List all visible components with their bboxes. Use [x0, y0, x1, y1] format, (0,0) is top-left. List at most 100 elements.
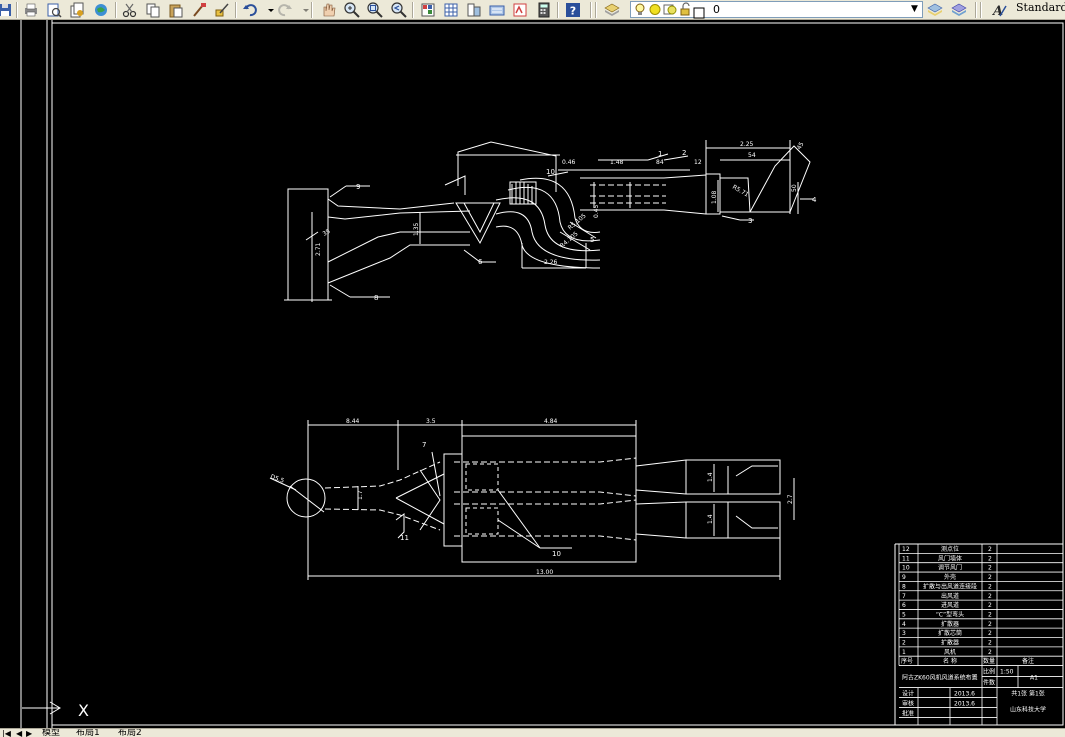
bom-header-no: 序号	[901, 657, 913, 665]
callout-label: 10	[546, 168, 555, 176]
first-tab-button[interactable]: |◀	[2, 729, 11, 737]
undo-dropdown-icon[interactable]	[262, 1, 274, 19]
text-style-icon[interactable]: A	[990, 1, 1008, 19]
elevation-upper-duct	[327, 210, 471, 220]
bom-row-name: 出风道	[941, 592, 959, 600]
bom-row-name: 风门墙体	[938, 554, 962, 562]
dim-text: 1.4	[707, 472, 714, 482]
tool-palettes-icon[interactable]	[465, 1, 483, 19]
plot-preview-icon[interactable]	[45, 1, 63, 19]
undo-icon[interactable]	[241, 1, 259, 19]
dim-text: R5.105	[567, 212, 588, 231]
bom-header-name: 名 称	[943, 657, 957, 665]
bom-row-qty: 2	[988, 602, 992, 609]
toolbar-grip[interactable]	[980, 2, 982, 18]
bom-row-qty: 2	[988, 630, 992, 637]
3d-dwf-icon[interactable]	[92, 1, 110, 19]
dim-text: 2.71	[315, 242, 322, 256]
bom-row-number: 1	[902, 649, 906, 656]
callout-label: 8	[374, 294, 378, 302]
print-icon[interactable]	[22, 1, 40, 19]
text-style-dropdown[interactable]: Standard	[1013, 0, 1065, 18]
bom-row-name: 扩散与出风道连接段	[923, 582, 977, 590]
svg-text:?: ?	[570, 5, 576, 18]
tab-layout1[interactable]: 布局1	[76, 729, 100, 737]
bom-row-name: 扩散器	[941, 620, 959, 628]
bom-row-qty: 2	[988, 649, 992, 656]
layer-properties-icon[interactable]	[603, 1, 621, 19]
bom-row-name: 风机	[944, 648, 956, 656]
next-tab-button[interactable]: ▶	[26, 729, 32, 737]
dim-text: 12	[694, 159, 702, 166]
layer-dropdown[interactable]: 0 ▼	[630, 1, 923, 21]
cad-drawing: 2.25 54 45 0.46 1.48 84 12 1.08 R5.71 50…	[20, 20, 1064, 728]
paste-icon[interactable]	[167, 1, 185, 19]
zoom-previous-icon[interactable]	[390, 1, 408, 19]
text-style-value: Standard	[1016, 1, 1065, 14]
bom-row-qty: 2	[988, 583, 992, 590]
elevation-c-bend	[495, 197, 601, 252]
properties-icon[interactable]	[419, 1, 437, 19]
callout-label: 11	[400, 534, 409, 542]
sheet-set-icon[interactable]	[488, 1, 506, 19]
toolbar-separator	[975, 2, 977, 18]
bom-row-name: 外壳	[944, 573, 956, 581]
toolbar-separator	[557, 2, 559, 18]
bom-row-name: “C”型弯头	[936, 610, 964, 618]
block-editor-icon[interactable]	[213, 1, 231, 19]
viewport-thaw-icon[interactable]	[663, 2, 677, 21]
callout-label: 3	[748, 217, 752, 225]
tab-model[interactable]: 模型	[42, 729, 60, 737]
callout-label: 4	[812, 196, 817, 204]
toolbar-separator	[590, 2, 592, 18]
bom-row-number: 11	[902, 555, 910, 562]
dim-text: 84	[656, 159, 664, 166]
toolbar-grip[interactable]	[595, 2, 597, 18]
elevation-wind-deflector	[749, 145, 811, 213]
dim-text: R5.71	[731, 184, 750, 199]
tab-layout2[interactable]: 布局2	[118, 729, 142, 737]
scale-value: 1:50	[1000, 669, 1014, 676]
sheet-count: 共1张 第1张	[1011, 690, 1045, 698]
drawing-title: 阿古ZK60风机风道系统布置	[902, 674, 978, 682]
title-block: 12 测点位 211 风门墙体 210 调节风门 29 外壳 28 扩散与出风道连接段 27 出风道 2…	[898, 543, 1064, 726]
dim-text: 54	[748, 152, 756, 159]
chevron-down-icon[interactable]: ▼	[907, 2, 922, 17]
current-layer-name: 0	[713, 3, 720, 16]
svg-text:A: A	[991, 4, 1003, 19]
cut-icon[interactable]	[121, 1, 139, 19]
design-center-icon[interactable]	[442, 1, 460, 19]
sun-thaw-icon[interactable]	[648, 2, 662, 21]
bulb-on-icon[interactable]	[633, 2, 647, 21]
dim-text: 1.08	[711, 190, 718, 204]
toolbar-separator	[412, 2, 414, 18]
lock-open-icon[interactable]	[678, 2, 692, 21]
zoom-window-icon[interactable]	[366, 1, 384, 19]
save-icon[interactable]	[0, 1, 14, 19]
bom-row-number: 6	[902, 602, 906, 609]
redo-dropdown-icon[interactable]	[297, 1, 309, 19]
dim-text: 0.45	[593, 204, 600, 218]
dim-text: 8.44	[346, 418, 360, 425]
bom-row-qty: 2	[988, 565, 992, 572]
model-space-canvas[interactable]: 2.25 54 45 0.46 1.48 84 12 1.08 R5.71 50…	[0, 20, 1065, 728]
dim-text: 2.25	[740, 141, 754, 148]
calculator-icon[interactable]	[535, 1, 553, 19]
copy-icon[interactable]	[144, 1, 162, 19]
markup-icon[interactable]	[511, 1, 529, 19]
scale-label: 比例	[983, 668, 995, 676]
zoom-realtime-icon[interactable]	[343, 1, 361, 19]
prev-tab-button[interactable]: ◀	[16, 729, 22, 737]
make-current-layer-icon[interactable]	[926, 1, 944, 19]
callout-label: 6	[478, 258, 483, 266]
redo-icon[interactable]	[276, 1, 294, 19]
publish-icon[interactable]	[68, 1, 86, 19]
help-icon[interactable]: ?	[564, 1, 582, 19]
bom-row-number: 10	[902, 565, 910, 572]
approver-label: 批准	[902, 710, 914, 718]
layer-previous-icon[interactable]	[950, 1, 968, 19]
pan-icon[interactable]	[319, 1, 337, 19]
match-properties-icon[interactable]	[190, 1, 208, 19]
paper-size: A1	[1030, 675, 1038, 682]
callout-label: 9	[356, 183, 360, 191]
